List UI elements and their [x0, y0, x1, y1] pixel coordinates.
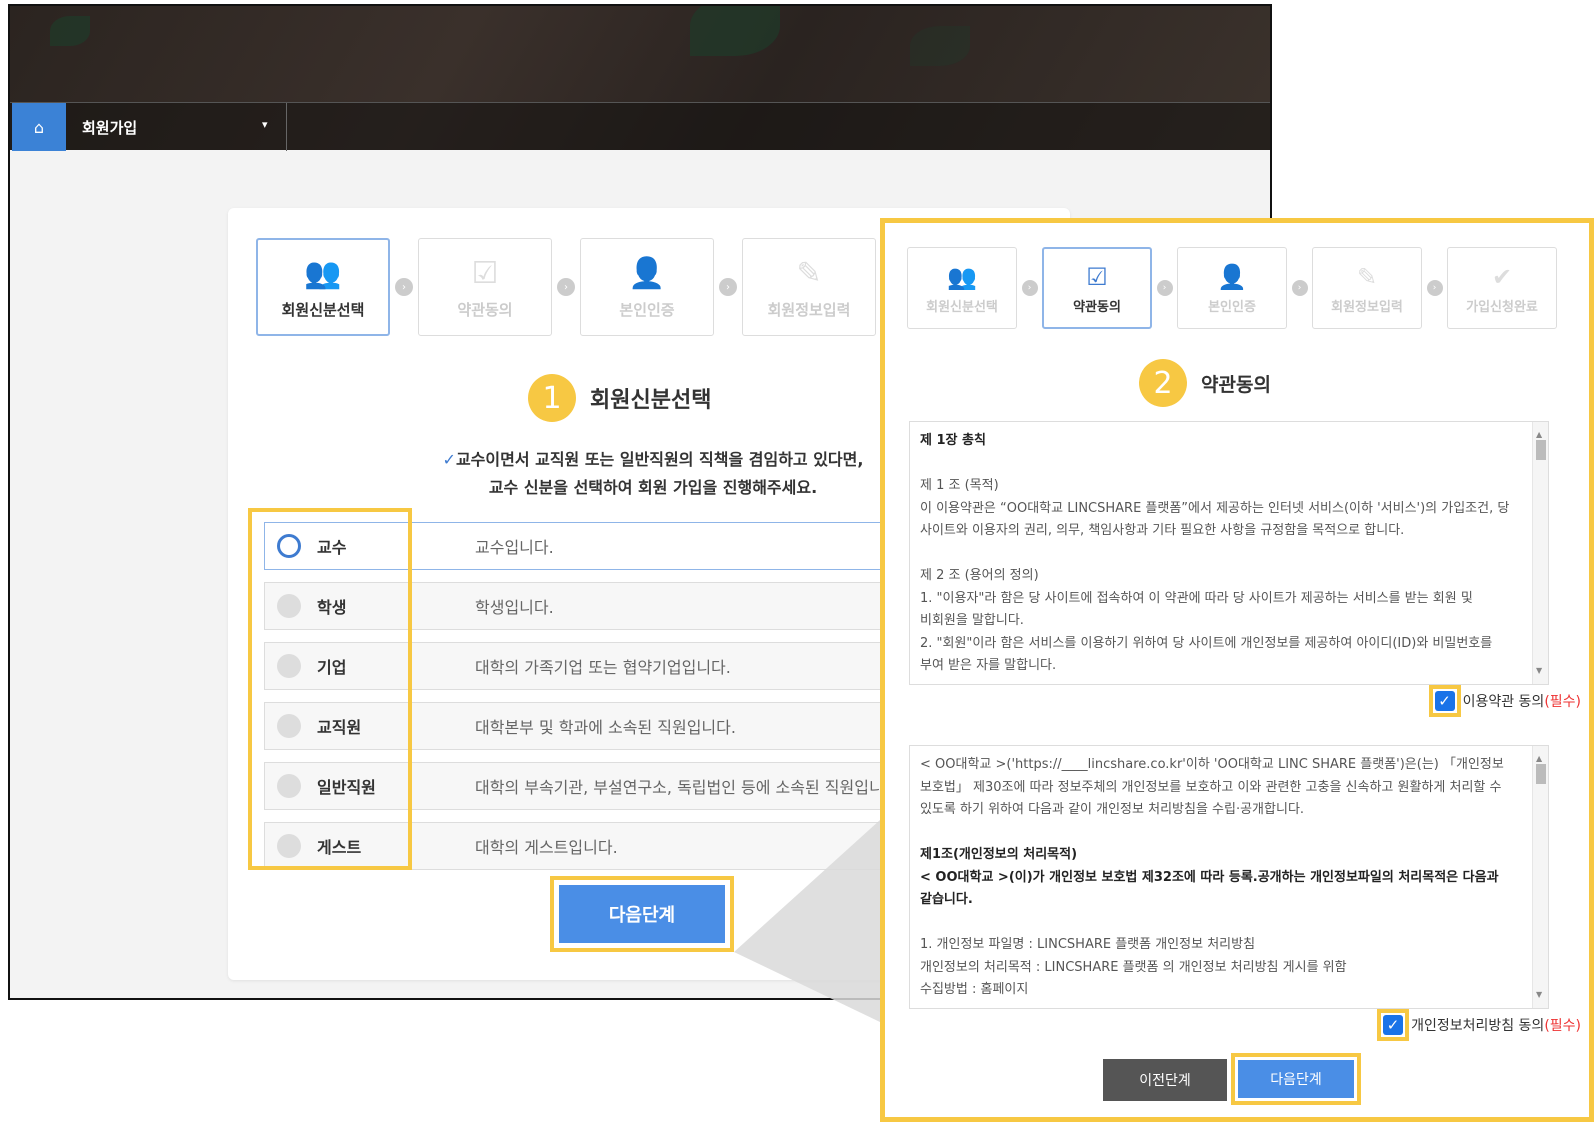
check-circle-icon: ✔ — [1491, 262, 1513, 291]
scroll-thumb[interactable] — [1536, 764, 1546, 784]
agree-privacy-label: 개인정보처리방침 동의 — [1411, 1018, 1545, 1034]
agree-terms-checkbox[interactable]: ✓ — [1434, 691, 1455, 711]
step-progress: 👥 회원신분선택 › ☑ 약관동의 › 👤 본인인증 › ✎ 회원정보입력 — [256, 238, 876, 336]
section-title: 2 약관동의 — [1139, 359, 1271, 407]
user-check-icon: 👤 — [1217, 262, 1247, 291]
step-number-badge: 1 — [528, 374, 576, 422]
previous-step-button[interactable]: 이전단계 — [1103, 1059, 1227, 1101]
signup-window-step2: 👥 회원신분선택 › ☑ 약관동의 › 👤 본인인증 › ✎ 회원정보입력 › … — [880, 218, 1594, 1122]
step-label: 회원신분선택 — [281, 300, 365, 319]
step-terms: ☑ 약관동의 — [418, 238, 552, 336]
chevron-right-icon: › — [719, 278, 737, 296]
step-info: ✎ 회원정보입력 — [742, 238, 876, 336]
scroll-down-icon[interactable]: ▼ — [1536, 660, 1542, 683]
home-icon: ⌂ — [33, 117, 45, 137]
step-complete: ✔ 가입신청완료 — [1447, 247, 1557, 329]
step-info: ✎ 회원정보입력 — [1312, 247, 1422, 329]
home-button[interactable]: ⌂ — [12, 103, 66, 151]
highlight-next-button: 다음단계 — [1231, 1053, 1361, 1105]
required-marker: (필수) — [1544, 694, 1581, 710]
group-icon: 👥 — [304, 255, 342, 291]
notice-text: ✓교수이면서 교직원 또는 일반직원의 직책을 겸임하고 있다면, 교수 신분을… — [442, 450, 864, 497]
checkbox-icon: ☑ — [471, 255, 499, 291]
edit-icon: ✎ — [1356, 262, 1378, 291]
privacy-policy-box[interactable]: < OO대학교 >('https://____lincshare.co.kr'이… — [909, 745, 1549, 1009]
step-member-type: 👥 회원신분선택 — [256, 238, 390, 336]
role-description: 학생입니다. — [475, 598, 554, 617]
group-icon: 👥 — [947, 262, 977, 291]
next-step-button[interactable]: 다음단계 — [559, 885, 725, 943]
role-description: 대학의 게스트입니다. — [475, 838, 618, 857]
step-identity: 👤 본인인증 — [580, 238, 714, 336]
highlight-checkbox: ✓ — [1377, 1009, 1410, 1041]
chevron-right-icon: › — [395, 278, 413, 296]
agree-terms-row: ✓ 이용약관 동의 (필수) — [1428, 685, 1581, 717]
step-label: 본인인증 — [1208, 299, 1256, 315]
scroll-down-icon[interactable]: ▼ — [1536, 984, 1542, 1007]
agree-terms-label: 이용약관 동의 — [1462, 694, 1545, 710]
chevron-right-icon: › — [1021, 280, 1038, 296]
page-title: 약관동의 — [1201, 373, 1271, 396]
nav-divider — [286, 103, 287, 151]
step-label: 약관동의 — [457, 300, 513, 319]
edit-icon: ✎ — [796, 255, 822, 291]
agree-privacy-row: ✓ 개인정보처리방침 동의 (필수) — [1377, 1009, 1581, 1041]
step-label: 가입신청완료 — [1466, 299, 1538, 315]
check-icon: ✓ — [442, 450, 456, 469]
user-check-icon: 👤 — [628, 255, 666, 291]
chevron-right-icon: › — [557, 278, 575, 296]
step-label: 약관동의 — [1073, 299, 1121, 315]
nav-title[interactable]: 회원가입 — [82, 117, 137, 138]
step-progress: 👥 회원신분선택 › ☑ 약관동의 › 👤 본인인증 › ✎ 회원정보입력 › … — [907, 247, 1557, 329]
step-label: 회원정보입력 — [1331, 299, 1403, 315]
step-member-type: 👥 회원신분선택 — [907, 247, 1017, 329]
step-terms: ☑ 약관동의 — [1042, 247, 1152, 329]
scrollbar[interactable]: ▲ ▼ — [1532, 422, 1548, 684]
step-number-badge: 2 — [1139, 359, 1187, 407]
role-description: 교수입니다. — [475, 538, 554, 557]
highlight-roles — [248, 508, 412, 870]
chevron-right-icon: › — [1426, 280, 1443, 296]
highlight-next-button: 다음단계 — [550, 876, 734, 952]
role-description: 대학의 가족기업 또는 협약기업입니다. — [475, 658, 731, 677]
role-description: 대학의 부속기관, 부설연구소, 독립법인 등에 소속된 직원입니다. — [475, 778, 904, 797]
terms-of-use-box[interactable]: 제 1장 총칙 제 1 조 (목적) 이 이용약관은 “OO대학교 LINCSH… — [909, 421, 1549, 685]
section-title: 1 회원신분선택 — [528, 374, 711, 422]
chevron-down-icon[interactable]: ▾ — [262, 118, 268, 131]
agree-privacy-checkbox[interactable]: ✓ — [1383, 1015, 1404, 1035]
chevron-right-icon: › — [1156, 280, 1173, 296]
top-nav-bar: ⌂ 회원가입 ▾ — [10, 102, 1270, 151]
scroll-thumb[interactable] — [1536, 440, 1546, 460]
next-step-button[interactable]: 다음단계 — [1238, 1060, 1354, 1098]
required-marker: (필수) — [1544, 1018, 1581, 1034]
step-label: 회원신분선택 — [926, 299, 998, 315]
page-title: 회원신분선택 — [590, 388, 712, 413]
role-description: 대학본부 및 학과에 소속된 직원입니다. — [475, 718, 736, 737]
step-label: 회원정보입력 — [767, 300, 851, 319]
chevron-right-icon: › — [1291, 280, 1308, 296]
checkbox-icon: ☑ — [1086, 262, 1108, 291]
step-label: 본인인증 — [619, 300, 675, 319]
scrollbar[interactable]: ▲ ▼ — [1532, 746, 1548, 1008]
step-identity: 👤 본인인증 — [1177, 247, 1287, 329]
highlight-checkbox: ✓ — [1428, 685, 1461, 717]
